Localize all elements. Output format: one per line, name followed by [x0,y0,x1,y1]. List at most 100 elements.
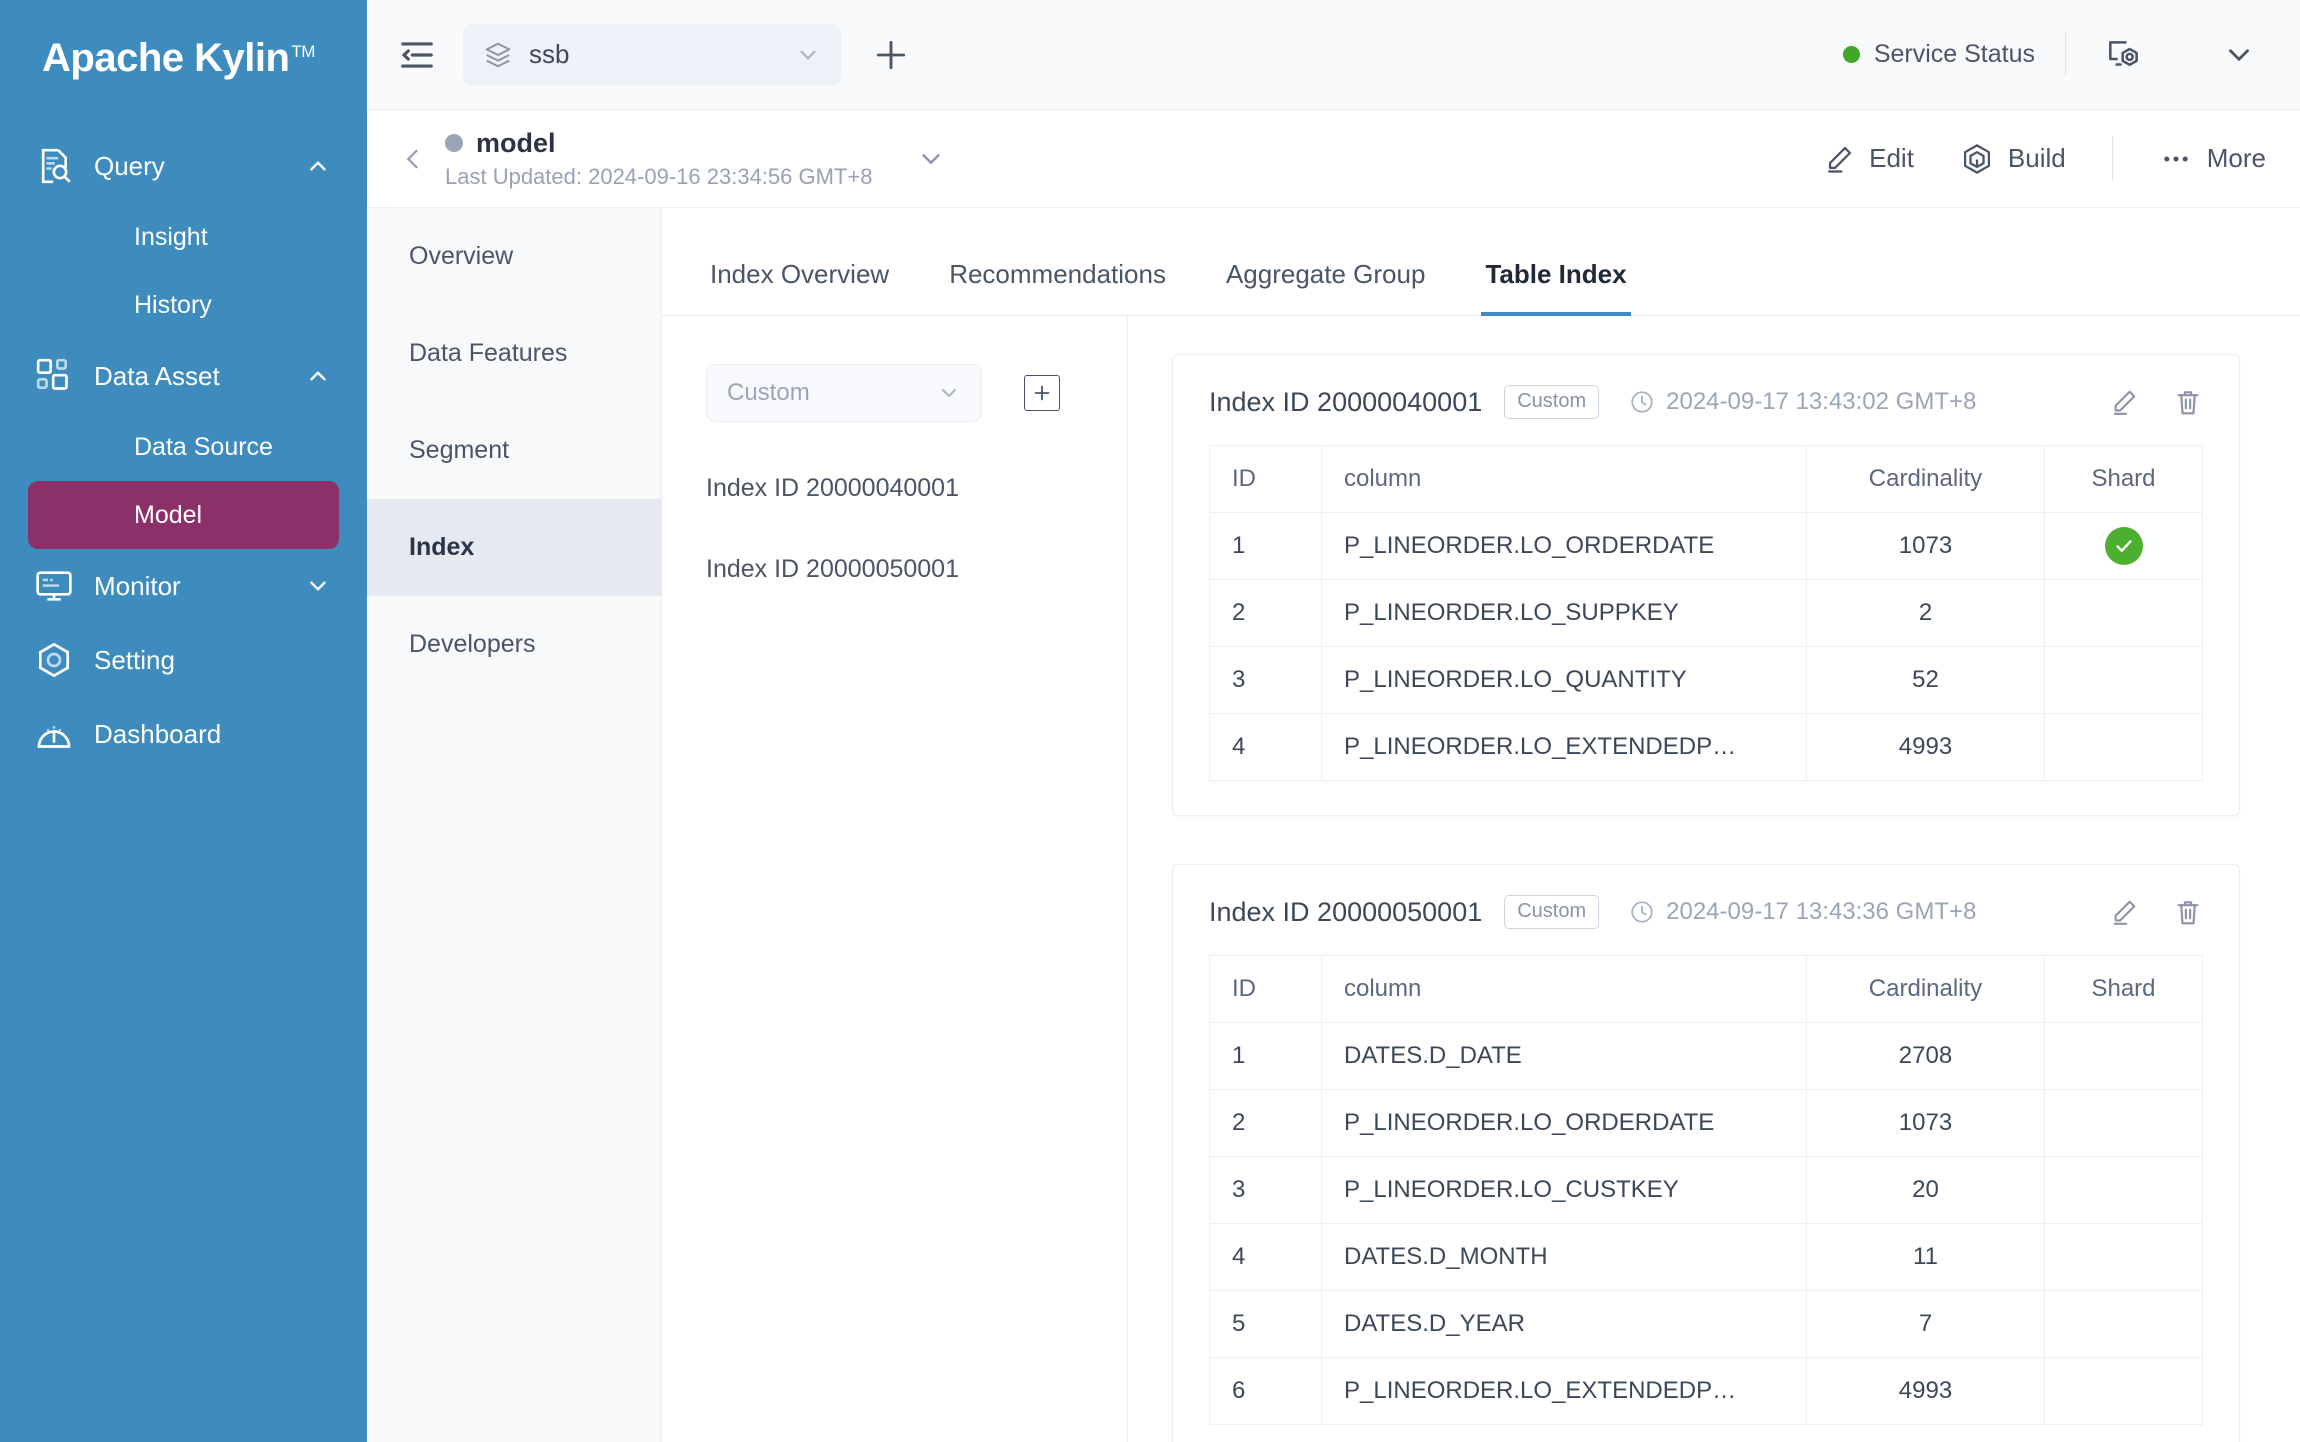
sidebar-item-history[interactable]: History [28,271,339,339]
tab-aggregate-group[interactable]: Aggregate Group [1222,259,1429,316]
index-list-item[interactable]: Index ID 20000040001 [706,474,1097,503]
index-card-title: Index ID 20000050001 [1209,896,1483,927]
trademark-mark: TM [291,41,315,61]
cell-shard [2044,1156,2203,1224]
sidebar-item-insight[interactable]: Insight [28,203,339,271]
model-name-row: model [445,128,872,159]
sidebar-group-label: Monitor [94,570,181,601]
cell-shard [2044,1223,2203,1291]
index-content: Index Overview Recommendations Aggregate… [662,208,2300,1442]
ellipsis-icon [2159,142,2193,176]
index-list-item-label: Index ID 20000050001 [706,555,959,583]
model-dropdown-chevron-down-icon[interactable] [916,144,946,174]
table-header-row: ID column Cardinality Shard [1209,445,2203,513]
index-filter-row: Custom [706,364,1097,422]
sidebar-group-setting[interactable]: Setting [0,623,367,697]
timestamp-text: 2024-09-17 13:43:36 GMT+8 [1666,898,1977,925]
add-table-index-button[interactable] [1024,375,1060,411]
subnav-label: Index [409,533,475,561]
blocks-icon [34,356,80,396]
model-subnav: Overview Data Features Segment Index Dev… [367,208,662,1442]
layers-icon [483,40,513,70]
cell-id: 2 [1209,1089,1322,1157]
clock-icon [1629,389,1655,415]
edit-button[interactable]: Edit [1823,143,1914,175]
system-monitor-icon[interactable] [2096,28,2150,82]
cell-id: 5 [1209,1290,1322,1358]
cell-shard [2044,1022,2203,1090]
tab-recommendations[interactable]: Recommendations [945,259,1170,316]
sidebar-group-monitor[interactable]: Monitor [0,549,367,623]
more-button[interactable]: More [2159,142,2266,176]
divider [2065,32,2066,77]
subnav-item-segment[interactable]: Segment [367,402,661,499]
cell-cardinality: 2708 [1806,1022,2045,1090]
index-card-header: Index ID 20000050001 Custom 2024-09-17 1… [1209,895,2203,929]
sidebar-item-data-source[interactable]: Data Source [28,413,339,481]
cell-column: P_LINEORDER.LO_EXTENDEDP… [1321,713,1807,781]
project-selector[interactable]: ssb [463,23,841,86]
chevron-left-icon[interactable] [389,145,437,173]
cell-cardinality: 2 [1806,579,2045,647]
add-project-button[interactable] [865,29,917,81]
cell-column: P_LINEORDER.LO_QUANTITY [1321,646,1807,714]
table-row: 4 DATES.D_MONTH 11 [1209,1223,2203,1291]
edit-index-button[interactable] [2109,387,2139,417]
build-label: Build [2007,143,2066,173]
sidebar-group-query[interactable]: Query [0,129,367,203]
monitor-icon [34,566,80,606]
service-status[interactable]: Service Status [1842,40,2035,69]
tab-table-index[interactable]: Table Index [1481,259,1631,316]
user-menu-chevron[interactable] [2212,28,2266,82]
model-header: model Last Updated: 2024-09-16 23:34:56 … [367,110,2300,208]
table-row: 5 DATES.D_YEAR 7 [1209,1290,2203,1358]
sidebar-item-model[interactable]: Model [28,481,339,549]
index-list-item-label: Index ID 20000040001 [706,474,959,502]
cell-shard [2044,1357,2203,1425]
app-root: Apache Kylin TM Query Insight History Da… [0,0,2300,1442]
collapse-sidebar-icon[interactable] [389,27,445,83]
cell-column: P_LINEORDER.LO_CUSTKEY [1321,1156,1807,1224]
subnav-item-overview[interactable]: Overview [367,208,661,305]
subnav-item-index[interactable]: Index [367,499,661,596]
status-dot [1842,46,1860,63]
build-button[interactable]: Build [1960,142,2066,176]
more-label: More [2206,143,2266,173]
index-table-body: 1 DATES.D_DATE 2708 2 P_LINEORDER.LO_ORD… [1209,1022,2203,1425]
cell-id: 4 [1209,713,1322,781]
chevron-up-icon [303,153,333,179]
cell-cardinality: 4993 [1806,1357,2045,1425]
table-header-row: ID column Cardinality Shard [1209,955,2203,1023]
delete-index-button[interactable] [2173,387,2203,417]
cell-cardinality: 20 [1806,1156,2045,1224]
cell-id: 3 [1209,1156,1322,1224]
cell-column: P_LINEORDER.LO_ORDERDATE [1321,1089,1807,1157]
status-badge: Custom [1504,895,1600,929]
sidebar-group-dashboard[interactable]: Dashboard [0,697,367,771]
subnav-label: Segment [409,436,510,464]
cell-cardinality: 1073 [1806,1089,2045,1157]
index-table-head: ID column Cardinality Shard [1209,955,2203,1023]
cell-cardinality: 7 [1806,1290,2045,1358]
edit-index-button[interactable] [2109,897,2139,927]
cell-id: 4 [1209,1223,1322,1291]
sidebar-nav: Query Insight History Data Asset Data So… [0,129,367,771]
table-row: 1 P_LINEORDER.LO_ORDERDATE 1073 [1209,512,2203,580]
subnav-item-data-features[interactable]: Data Features [367,305,661,402]
sidebar-group-data-asset[interactable]: Data Asset [0,339,367,413]
column-header-column: column [1321,445,1807,513]
index-card-title: Index ID 20000040001 [1209,386,1483,417]
subnav-label: Data Features [409,339,568,367]
subnav-item-developers[interactable]: Developers [367,596,661,693]
cell-shard [2044,579,2203,647]
cell-id: 3 [1209,646,1322,714]
sidebar-group-label: Dashboard [94,718,222,749]
sidebar-item-label: Data Source [134,432,273,461]
cell-shard [2044,1089,2203,1157]
table-row: 2 P_LINEORDER.LO_ORDERDATE 1073 [1209,1089,2203,1157]
tab-index-overview[interactable]: Index Overview [706,259,893,316]
delete-index-button[interactable] [2173,897,2203,927]
table-row: 4 P_LINEORDER.LO_EXTENDEDP… 4993 [1209,713,2203,781]
index-type-select[interactable]: Custom [706,364,982,422]
index-list-item[interactable]: Index ID 20000050001 [706,555,1097,584]
